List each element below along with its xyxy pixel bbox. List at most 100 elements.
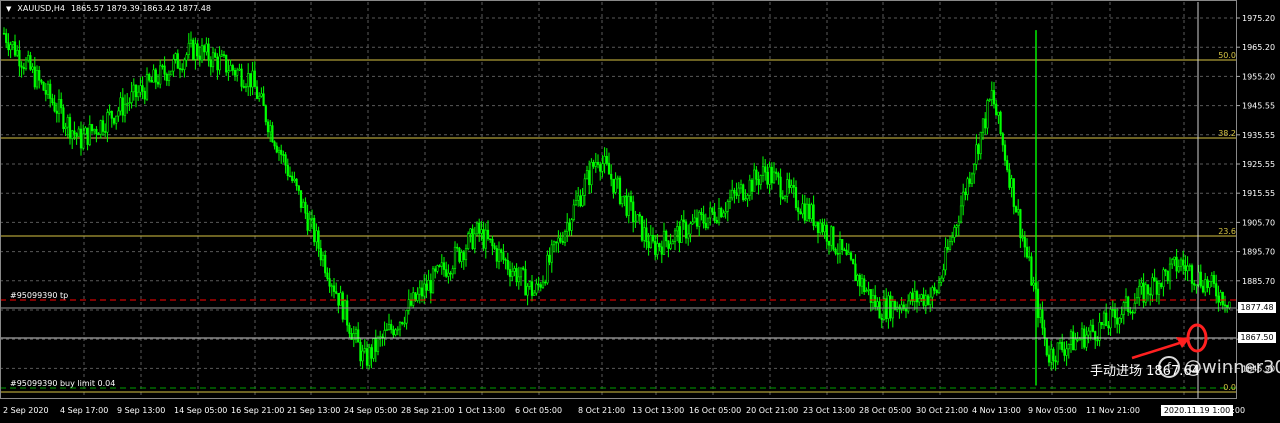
candle-body [528, 281, 531, 287]
candle-body [214, 52, 217, 58]
chevron-down-icon[interactable]: ▼ [6, 5, 11, 13]
candle [396, 326, 399, 336]
candle-body [291, 175, 294, 181]
candle [1219, 289, 1222, 306]
candle-body [376, 337, 380, 352]
candle [1001, 132, 1004, 152]
candle [383, 321, 386, 346]
candle [271, 121, 274, 143]
candle [495, 245, 498, 269]
candle [702, 205, 705, 229]
candle [97, 132, 100, 136]
candle [24, 57, 28, 71]
candle-body [904, 308, 908, 312]
candle-body [1113, 309, 1117, 319]
candle [588, 160, 591, 195]
candle-body [845, 249, 848, 255]
candle-body [843, 249, 846, 252]
candle [319, 239, 322, 267]
candle-body [526, 286, 529, 296]
candle-body [651, 235, 655, 242]
candle [304, 197, 307, 220]
candle [258, 92, 261, 102]
candle-body [29, 55, 32, 70]
candle [812, 195, 815, 231]
candle-body [337, 292, 340, 306]
candle-body [403, 322, 406, 325]
candle-body [1094, 331, 1097, 341]
candle [348, 322, 351, 339]
candle [957, 215, 960, 236]
candle [944, 237, 947, 276]
candle [590, 158, 593, 194]
candle-body [715, 220, 718, 223]
candle-body [194, 43, 197, 60]
candle [385, 323, 388, 331]
candle [167, 70, 171, 87]
candle [368, 343, 371, 370]
candle [1199, 264, 1202, 289]
candle-body [299, 190, 303, 208]
candle [1144, 281, 1147, 306]
candle-body [937, 282, 941, 294]
candle-body [357, 329, 360, 343]
candle-body [816, 221, 820, 233]
candle [86, 127, 89, 151]
candle [1215, 274, 1218, 304]
candle [1175, 248, 1178, 279]
candle [352, 326, 355, 348]
candle [429, 273, 432, 304]
candle [484, 223, 487, 259]
candle-body [1168, 263, 1172, 282]
candle-body [317, 230, 320, 249]
time-tick-label: 6 Oct 05:00 [515, 406, 562, 415]
candle-body [354, 329, 358, 334]
watermark: ƒ @winner30 [1158, 356, 1280, 378]
candle [44, 83, 47, 102]
time-tick-label: 14 Sep 05:00 [174, 406, 227, 415]
candle [493, 242, 496, 251]
candle [867, 281, 870, 296]
candle-body [502, 252, 505, 260]
candle-body [75, 133, 78, 137]
candle-body [271, 125, 274, 143]
candle-body [297, 185, 300, 191]
candle-body [1039, 309, 1042, 318]
candle [302, 198, 305, 208]
candle-body [733, 189, 736, 194]
candle-body [79, 128, 83, 149]
candle [141, 76, 144, 100]
candle [885, 288, 888, 323]
candle-body [550, 244, 553, 263]
candle-body [1162, 269, 1165, 288]
candle [240, 63, 243, 92]
candle [1162, 267, 1165, 297]
candle [7, 33, 10, 57]
price-chart[interactable]: 1975.20 1965.20 1955.20 1945.55 1935.55 1925.… [0, 0, 1280, 423]
candle [260, 87, 263, 98]
candle-body [841, 239, 844, 251]
candle [262, 86, 265, 107]
candle [275, 142, 278, 154]
candle [1160, 282, 1163, 289]
candle [808, 197, 811, 223]
candle [634, 210, 637, 228]
candle [315, 223, 318, 252]
candle [574, 190, 578, 206]
candle [658, 242, 661, 252]
candle [253, 61, 256, 88]
candle [700, 207, 703, 221]
candle-body [420, 287, 424, 297]
candle-body [827, 241, 831, 246]
candle-body [750, 179, 754, 192]
candle-body [711, 207, 714, 213]
candle-body [170, 70, 173, 76]
candle [288, 166, 292, 178]
candle-body [335, 291, 338, 294]
candle-body [1010, 178, 1013, 188]
chart-window[interactable]: 1975.20 1965.20 1955.20 1945.55 1935.55 1925.… [0, 0, 1280, 423]
candle [403, 316, 406, 328]
candle [330, 283, 333, 297]
candle-body [343, 300, 347, 320]
candle-body [262, 93, 265, 107]
